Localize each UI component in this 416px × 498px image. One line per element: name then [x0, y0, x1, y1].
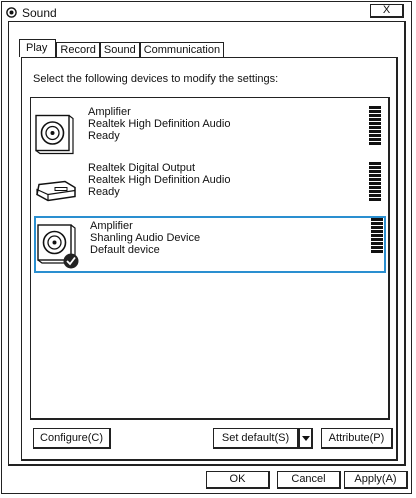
apply-button[interactable]: Apply(A)	[344, 471, 408, 489]
level-meter	[371, 218, 383, 254]
device-status: Ready	[88, 186, 120, 198]
configure-button[interactable]: Configure(C)	[33, 428, 111, 449]
level-meter	[369, 162, 381, 202]
device-label: Realtek Digital Output Realtek High Defi…	[88, 162, 230, 198]
device-status: Ready	[88, 130, 120, 142]
device-name: Realtek Digital Output	[88, 162, 195, 174]
device-item-digital-output[interactable]: Realtek Digital Output Realtek High Defi…	[33, 160, 385, 217]
speaker-icon	[35, 114, 74, 155]
attribute-button[interactable]: Attribute(P)	[321, 428, 393, 449]
device-driver: Shanling Audio Device	[90, 232, 201, 244]
device-status: Default device	[90, 244, 160, 256]
level-meter	[369, 106, 381, 146]
speaker-default-icon	[37, 224, 79, 269]
digital-output-icon	[36, 180, 76, 202]
instruction-text: Select the following devices to modify t…	[33, 73, 279, 85]
device-label: Amplifier Realtek High Definition Audio …	[88, 106, 230, 142]
device-driver: Realtek High Definition Audio	[88, 118, 231, 130]
chevron-down-icon	[302, 436, 310, 441]
device-item-amplifier-realtek[interactable]: Amplifier Realtek High Definition Audio …	[33, 104, 385, 161]
tab-sound[interactable]: Sound	[99, 42, 140, 57]
sound-app-icon	[6, 7, 17, 18]
window-title: Sound	[22, 6, 57, 20]
device-driver: Realtek High Definition Audio	[88, 174, 231, 186]
set-default-button[interactable]: Set default(S)	[213, 428, 299, 449]
tab-communication[interactable]: Communication	[139, 42, 225, 57]
cancel-button[interactable]: Cancel	[277, 471, 341, 489]
device-label: Amplifier Shanling Audio Device Default …	[90, 220, 200, 256]
device-name: Amplifier	[90, 220, 133, 232]
close-button[interactable]: X	[370, 4, 404, 18]
device-name: Amplifier	[88, 106, 131, 118]
device-item-amplifier-shanling[interactable]: Amplifier Shanling Audio Device Default …	[34, 216, 386, 273]
set-default-dropdown[interactable]	[299, 428, 313, 449]
tab-record[interactable]: Record	[56, 42, 100, 57]
tab-strip: Play Record Sound Communication	[19, 39, 225, 57]
ok-button[interactable]: OK	[206, 471, 270, 489]
tab-play[interactable]: Play	[19, 39, 57, 57]
